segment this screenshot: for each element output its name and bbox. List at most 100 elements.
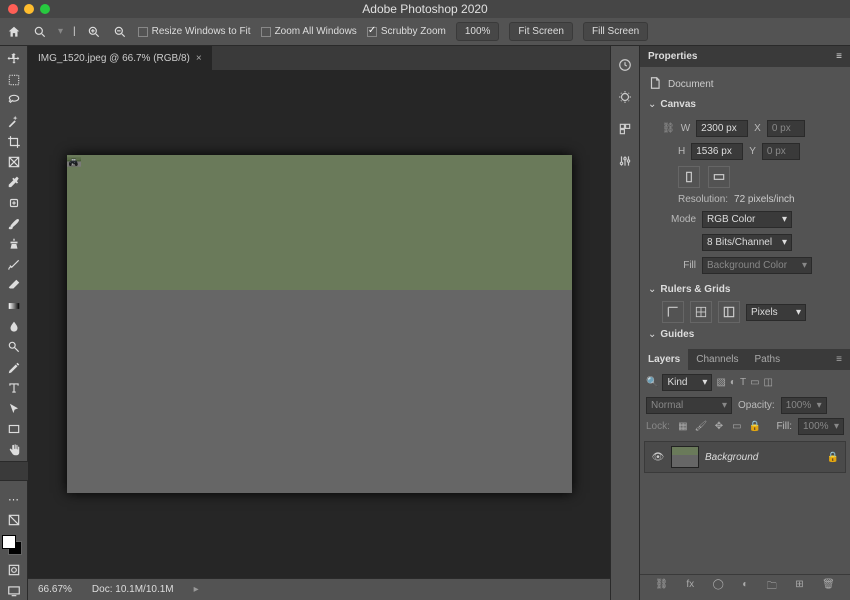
layer-mask-icon[interactable]: ◯ bbox=[713, 579, 724, 596]
adjustments-panel-icon[interactable] bbox=[616, 152, 634, 170]
history-panel-icon[interactable] bbox=[616, 56, 634, 74]
document-tab[interactable]: IMG_1520.jpeg @ 66.7% (RGB/8) × bbox=[28, 46, 212, 70]
link-layers-icon[interactable]: ⛓ bbox=[655, 579, 668, 596]
resize-windows-checkbox[interactable]: Resize Windows to Fit bbox=[138, 26, 251, 37]
hundred-percent-button[interactable]: 100% bbox=[456, 22, 500, 41]
properties-panel-header[interactable]: Properties ≡ bbox=[640, 46, 850, 67]
layer-row[interactable]: 👁 Background 🔒 bbox=[644, 441, 846, 473]
lasso-tool[interactable] bbox=[3, 91, 25, 110]
swatches-panel-icon[interactable] bbox=[616, 120, 634, 138]
brush-tool[interactable] bbox=[3, 215, 25, 234]
layer-fill-input[interactable]: 100%▾ bbox=[798, 418, 844, 435]
tab-layers[interactable]: Layers bbox=[640, 349, 688, 370]
fill-screen-button[interactable]: Fill Screen bbox=[583, 22, 648, 41]
blend-mode-select[interactable]: Normal▾ bbox=[646, 397, 732, 414]
healing-brush-tool[interactable] bbox=[3, 194, 25, 213]
eyedropper-tool[interactable] bbox=[3, 173, 25, 192]
move-tool[interactable] bbox=[3, 50, 25, 69]
dodge-tool[interactable] bbox=[3, 338, 25, 357]
orientation-landscape-button[interactable] bbox=[708, 166, 730, 188]
more-tools-icon[interactable]: ⋯ bbox=[3, 490, 25, 509]
color-mode-select[interactable]: RGB Color▾ bbox=[702, 211, 792, 228]
filter-pixel-icon[interactable]: ▧ bbox=[716, 377, 725, 388]
close-tab-icon[interactable]: × bbox=[196, 53, 202, 64]
document-size[interactable]: Doc: 10.1M/10.1M bbox=[92, 584, 174, 595]
magic-wand-tool[interactable] bbox=[3, 112, 25, 131]
filter-kind-select[interactable]: Kind▾ bbox=[662, 374, 712, 391]
tab-channels[interactable]: Channels bbox=[688, 349, 746, 370]
layer-lock-icon[interactable]: 🔒 bbox=[827, 452, 839, 463]
rulers-toggle-button[interactable] bbox=[662, 301, 684, 323]
scrubby-zoom-checkbox[interactable]: Scrubby Zoom bbox=[367, 26, 446, 37]
marquee-tool[interactable] bbox=[3, 71, 25, 90]
guides-section-header[interactable]: ⌄Guides bbox=[648, 326, 842, 343]
frame-tool[interactable] bbox=[3, 153, 25, 172]
blur-tool[interactable] bbox=[3, 317, 25, 336]
filter-shape-icon[interactable]: ▭ bbox=[750, 377, 759, 388]
layer-style-icon[interactable]: fx bbox=[686, 579, 694, 596]
edit-toolbar-icon[interactable] bbox=[3, 511, 25, 530]
fit-screen-button[interactable]: Fit Screen bbox=[509, 22, 573, 41]
close-window-button[interactable] bbox=[8, 4, 18, 14]
zoom-all-windows-checkbox[interactable]: Zoom All Windows bbox=[261, 26, 357, 37]
zoom-in-icon[interactable] bbox=[86, 24, 102, 40]
filter-smartobject-icon[interactable]: ◫ bbox=[764, 377, 773, 388]
guides-toggle-button[interactable] bbox=[718, 301, 740, 323]
clone-stamp-tool[interactable] bbox=[3, 235, 25, 254]
search-icon[interactable]: 🔍 bbox=[646, 377, 658, 388]
zoom-out-icon[interactable] bbox=[112, 24, 128, 40]
canvas-viewport[interactable]: 500* ·9 05 bbox=[28, 70, 610, 578]
minimize-window-button[interactable] bbox=[24, 4, 34, 14]
dropdown-caret-icon[interactable]: ▾ bbox=[58, 26, 63, 37]
opacity-input[interactable]: 100%▾ bbox=[781, 397, 827, 414]
rulers-section-header[interactable]: ⌄Rulers & Grids bbox=[648, 281, 842, 298]
zoom-level[interactable]: 66.67% bbox=[38, 584, 72, 595]
link-dimensions-icon[interactable]: ⛓ bbox=[662, 123, 675, 134]
bit-depth-select[interactable]: 8 Bits/Channel▾ bbox=[702, 234, 792, 251]
canvas-height-input[interactable] bbox=[691, 143, 743, 160]
color-swatches[interactable] bbox=[2, 535, 26, 559]
new-adjustment-layer-icon[interactable]: ◐ bbox=[742, 579, 748, 596]
ruler-units-select[interactable]: Pixels▾ bbox=[746, 304, 806, 321]
lock-all-icon[interactable]: 🔒 bbox=[748, 421, 762, 432]
filter-type-icon[interactable]: T bbox=[740, 377, 746, 388]
maximize-window-button[interactable] bbox=[40, 4, 50, 14]
panel-menu-icon[interactable]: ≡ bbox=[828, 349, 850, 370]
rectangle-tool[interactable] bbox=[3, 420, 25, 439]
lock-pixels-icon[interactable]: 🖌 bbox=[694, 421, 708, 432]
canvas-x-input[interactable] bbox=[767, 120, 805, 137]
lock-transparency-icon[interactable]: ▦ bbox=[676, 421, 690, 432]
status-caret-icon[interactable]: ▸ bbox=[194, 584, 199, 595]
canvas-section-header[interactable]: ⌄Canvas bbox=[648, 96, 842, 113]
panel-menu-icon[interactable]: ≡ bbox=[836, 51, 842, 62]
canvas-width-input[interactable] bbox=[696, 120, 748, 137]
screen-mode-icon[interactable] bbox=[3, 582, 25, 600]
orientation-portrait-button[interactable] bbox=[678, 166, 700, 188]
home-icon[interactable] bbox=[6, 24, 22, 40]
zoom-tool-indicator-icon[interactable] bbox=[32, 24, 48, 40]
lock-position-icon[interactable]: ✥ bbox=[712, 421, 726, 432]
path-selection-tool[interactable] bbox=[3, 400, 25, 419]
pen-tool[interactable] bbox=[3, 358, 25, 377]
new-group-icon[interactable]: 🗀 bbox=[767, 579, 777, 596]
foreground-color-swatch[interactable] bbox=[2, 535, 16, 549]
lock-artboard-icon[interactable]: ▭ bbox=[730, 421, 744, 432]
type-tool[interactable] bbox=[3, 379, 25, 398]
canvas-y-input[interactable] bbox=[762, 143, 800, 160]
history-brush-tool[interactable] bbox=[3, 256, 25, 275]
new-layer-icon[interactable]: ⊞ bbox=[795, 579, 803, 596]
layer-name[interactable]: Background bbox=[705, 452, 821, 463]
fill-select[interactable]: Background Color▾ bbox=[702, 257, 812, 274]
layer-visibility-icon[interactable]: 👁 bbox=[651, 452, 665, 463]
layer-thumbnail[interactable] bbox=[671, 446, 699, 468]
eraser-tool[interactable] bbox=[3, 276, 25, 295]
filter-adjustment-icon[interactable]: ◐ bbox=[730, 377, 736, 388]
grid-toggle-button[interactable] bbox=[690, 301, 712, 323]
brushes-panel-icon[interactable] bbox=[616, 88, 634, 106]
tab-paths[interactable]: Paths bbox=[747, 349, 789, 370]
crop-tool[interactable] bbox=[3, 132, 25, 151]
delete-layer-icon[interactable]: 🗑 bbox=[822, 579, 835, 596]
hand-tool[interactable] bbox=[3, 441, 25, 460]
gradient-tool[interactable] bbox=[3, 297, 25, 316]
quick-mask-icon[interactable] bbox=[3, 561, 25, 580]
